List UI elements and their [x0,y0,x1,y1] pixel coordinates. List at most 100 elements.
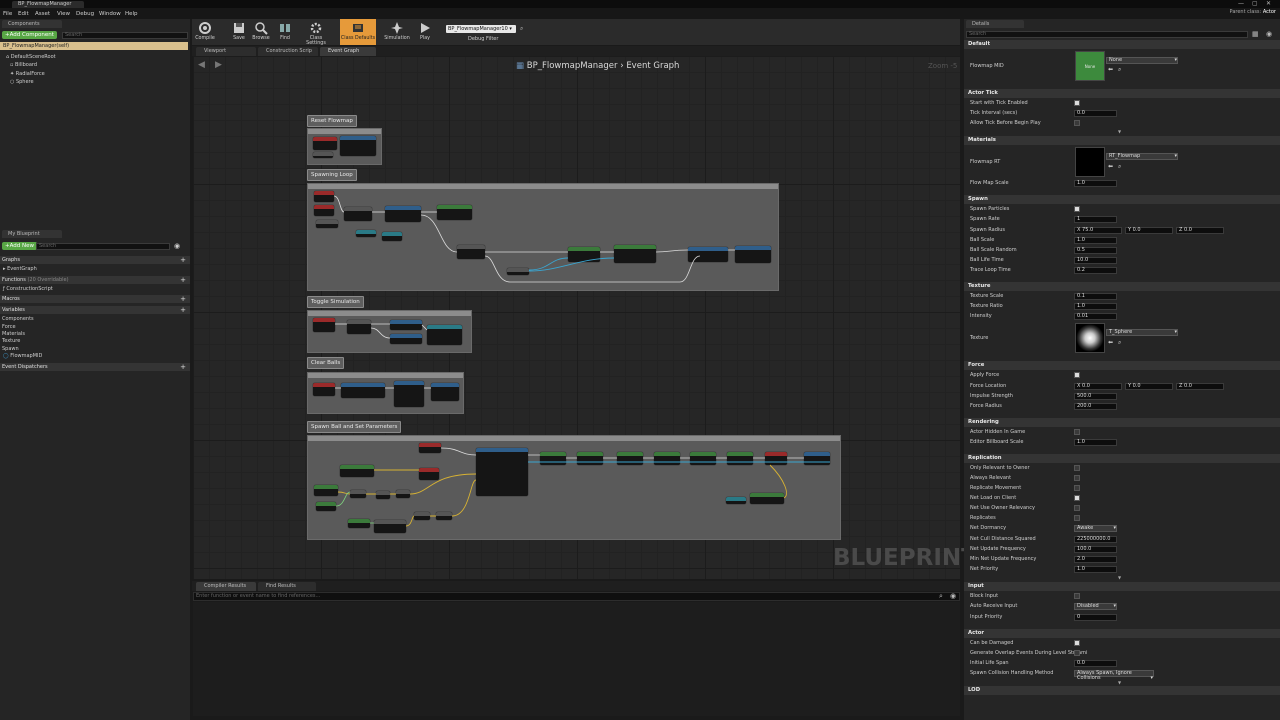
var-category-force[interactable]: Force [2,324,16,330]
search-icon[interactable]: ⌕ [939,592,943,601]
advanced-expander-icon[interactable]: ▼ [1118,575,1121,580]
graph-node[interactable] [374,520,406,533]
macros-header[interactable]: Macros + [0,295,190,303]
graph-node[interactable] [313,137,337,150]
browse-asset-icon[interactable]: ⌕ [1118,163,1121,171]
graph-node[interactable] [313,152,333,158]
use-selected-icon[interactable]: ⬅ [1108,163,1113,170]
tab-construction-script[interactable]: Construction Scrip [258,47,318,56]
add-component-button[interactable]: +Add Component [2,31,57,39]
variables-header[interactable]: Variables + [0,306,190,314]
section-input[interactable]: Input [964,582,1280,591]
add-variable-icon[interactable]: + [180,306,186,314]
graph-node[interactable] [396,490,410,498]
menu-file[interactable]: File [3,11,12,17]
flow-map-scale-input[interactable]: 1.0 [1074,180,1117,187]
var-category-components[interactable]: Components [2,316,34,322]
impulse-strength-input[interactable]: 500.0 [1074,393,1117,400]
generate-overlap-checkbox[interactable] [1074,650,1080,656]
section-actor-tick[interactable]: Actor Tick [964,89,1280,98]
var-category-spawn[interactable]: Spawn [2,346,19,352]
view-options-icon[interactable]: ◉ [1266,30,1272,38]
graph-node[interactable] [350,490,366,498]
flowmap-var-item[interactable]: ◯ FlowmapMID [3,353,42,359]
use-selected-icon[interactable]: ⬅ [1108,66,1113,73]
graph-node[interactable] [750,493,784,504]
back-arrow-icon[interactable]: ◀ [198,60,205,70]
event-dispatchers-header[interactable]: Event Dispatchers + [0,363,190,371]
tab-event-graph[interactable]: Event Graph [320,47,376,56]
graph-node[interactable] [727,452,753,465]
graph-node[interactable] [390,334,422,344]
graph-node[interactable] [457,245,485,259]
replicates-checkbox[interactable] [1074,515,1080,521]
graph-node[interactable] [577,452,603,465]
actor-hidden-checkbox[interactable] [1074,429,1080,435]
graphs-header[interactable]: Graphs + [0,256,190,264]
compile-button[interactable]: Compile [194,19,216,45]
only-relevant-checkbox[interactable] [1074,465,1080,471]
options-icon[interactable]: ◉ [950,592,956,600]
input-priority-input[interactable]: 0 [1074,614,1117,621]
section-force[interactable]: Force [964,361,1280,370]
debug-search-icon[interactable]: ⌕ [520,25,523,33]
texture-scale-input[interactable]: 0.1 [1074,293,1117,300]
graph-node[interactable] [376,491,390,499]
advanced-expander-icon[interactable]: ▼ [1118,680,1121,685]
block-input-checkbox[interactable] [1074,593,1080,599]
advanced-expander-icon[interactable]: ▼ [1118,129,1121,134]
graph-node[interactable] [568,247,600,262]
graph-node[interactable] [348,519,370,528]
functions-header[interactable]: Functions (20 Overridable) + [0,276,190,284]
net-use-owner-checkbox[interactable] [1074,505,1080,511]
net-priority-input[interactable]: 1.0 [1074,566,1117,573]
flowmap-rt-select[interactable]: RT_Flowmap ▾ [1106,153,1178,160]
graph-node[interactable] [614,245,656,263]
comment-label[interactable]: Clear Balls [307,357,345,369]
texture-select[interactable]: T_Sphere ▾ [1106,329,1178,336]
graph-node[interactable] [654,452,680,465]
section-replication[interactable]: Replication [964,454,1280,463]
graph-node[interactable] [390,320,422,330]
net-cull-input[interactable]: 225000000.0 [1074,536,1117,543]
construction-script-item[interactable]: ƒ ConstructionScript [3,286,53,292]
graph-node[interactable] [340,136,376,156]
texture-thumbnail[interactable] [1075,323,1105,353]
comment-box[interactable] [307,183,779,291]
details-tab[interactable]: Details [966,20,1024,28]
allow-tick-checkbox[interactable] [1074,120,1080,126]
graph-node[interactable] [313,318,335,332]
graph-node[interactable] [314,205,334,216]
browse-asset-icon[interactable]: ⌕ [1118,339,1121,347]
spawn-particles-checkbox[interactable] [1074,206,1080,212]
close-icon[interactable]: ✕ [1266,0,1271,7]
replicate-movement-checkbox[interactable] [1074,485,1080,491]
net-dormancy-select[interactable]: Awake ▾ [1074,525,1117,532]
add-dispatcher-icon[interactable]: + [180,363,186,371]
force-radius-input[interactable]: 200.0 [1074,403,1117,410]
graph-node[interactable] [427,325,462,345]
min-net-update-input[interactable]: 2.0 [1074,556,1117,563]
section-default[interactable]: Default [964,40,1280,49]
add-macro-icon[interactable]: + [180,295,186,303]
graph-node[interactable] [804,452,830,465]
tab-find-results[interactable]: Find Results [258,582,316,591]
texture-ratio-input[interactable]: 1.0 [1074,303,1117,310]
minimize-icon[interactable]: — [1238,0,1244,7]
tree-item[interactable]: ✦ RadialForce [10,71,45,77]
graph-node[interactable] [316,220,338,228]
simulation-button[interactable]: Simulation [384,19,410,45]
graph-node[interactable] [688,247,728,262]
details-search-input[interactable]: Search [966,31,1248,38]
flowmap-mid-select[interactable]: None ▾ [1106,57,1178,64]
event-graph-item[interactable]: ▸ EventGraph [3,266,37,272]
components-search-input[interactable]: Search [62,32,188,39]
graph-node[interactable] [385,206,421,222]
graph-node[interactable] [690,452,716,465]
tree-item[interactable]: ○ Sphere [10,79,34,85]
graph-node[interactable] [314,191,334,202]
tab-viewport[interactable]: Viewport [196,47,256,56]
graph-node[interactable] [356,230,376,237]
class-defaults-button[interactable]: Class Defaults [340,19,376,45]
comment-label[interactable]: Reset Flowmap [307,115,357,127]
